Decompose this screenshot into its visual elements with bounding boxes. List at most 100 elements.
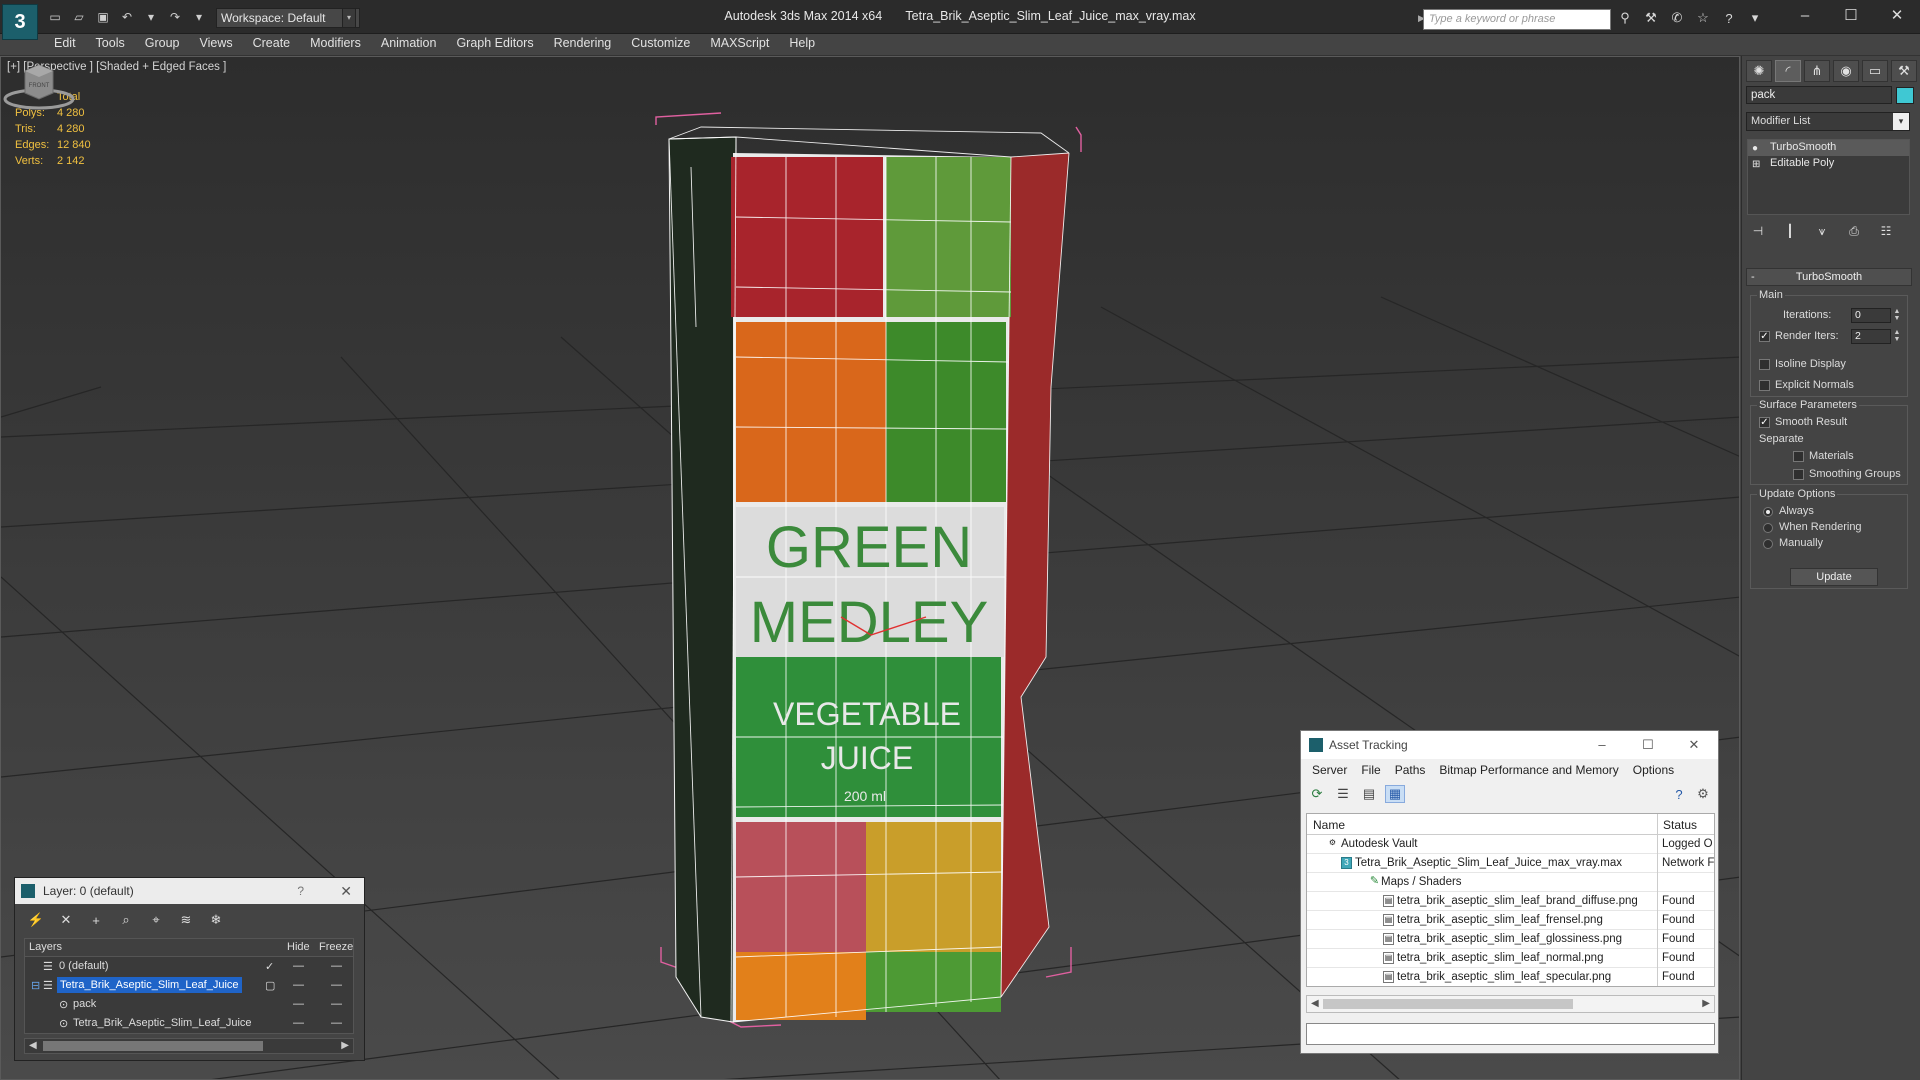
hierarchy-tab-icon[interactable]: ⋔ (1804, 60, 1830, 82)
search-input[interactable]: Type a keyword or phrase (1423, 9, 1611, 30)
menu-server[interactable]: Server (1305, 759, 1354, 781)
select-objects-icon[interactable]: ⌕ (117, 911, 135, 929)
iterations-spinner[interactable]: 0 (1851, 308, 1891, 323)
layer-row[interactable]: ☰ 0 (default) ✓ — — (25, 957, 353, 976)
column-header-freeze[interactable]: Freeze (319, 941, 353, 953)
workspace-dropdown[interactable]: Workspace: Default ▾ (216, 8, 360, 28)
help-dropdown-icon[interactable]: ▾ (1746, 9, 1764, 27)
scrollbar-thumb[interactable] (43, 1041, 263, 1051)
menu-group[interactable]: Group (135, 34, 190, 54)
object-color-swatch[interactable] (1896, 87, 1914, 104)
menu-rendering[interactable]: Rendering (544, 34, 622, 54)
utilities-tab-icon[interactable]: ⚒ (1891, 60, 1917, 82)
update-manually-radio[interactable] (1763, 539, 1773, 549)
lightbulb-icon[interactable]: ● (1752, 141, 1758, 156)
menu-views[interactable]: Views (189, 34, 242, 54)
modify-tab-icon[interactable]: ◜ (1775, 60, 1801, 82)
asset-row[interactable]: ▤ tetra_brik_aseptic_slim_leaf_brand_dif… (1307, 892, 1714, 911)
help-button[interactable]: ? (297, 878, 304, 904)
spinner-arrows-icon[interactable]: ▲ ▼ (1893, 329, 1901, 344)
help-icon[interactable]: ? (1669, 785, 1689, 803)
minimize-button[interactable]: – (1782, 4, 1828, 28)
display-tab-icon[interactable]: ▭ (1862, 60, 1888, 82)
viewcube-icon[interactable]: FRONT (1, 57, 77, 117)
freeze-toggle[interactable]: — (331, 979, 342, 991)
menu-customize[interactable]: Customize (621, 34, 700, 54)
materials-checkbox[interactable] (1793, 451, 1804, 462)
stack-item-turbosmooth[interactable]: ● TurboSmooth (1748, 140, 1909, 156)
close-icon[interactable]: ✕ (1674, 731, 1714, 759)
set-current-icon[interactable]: ▢ (265, 979, 275, 992)
add-to-layer-icon[interactable]: + (87, 911, 105, 929)
list-view-icon[interactable]: ☰ (1333, 785, 1353, 803)
update-button[interactable]: Update (1790, 568, 1878, 586)
column-header-status[interactable]: Status (1663, 818, 1697, 832)
rollout-header[interactable]: - TurboSmooth (1746, 268, 1912, 286)
pin-stack-icon[interactable]: ⊣ (1748, 222, 1768, 240)
customize-qa-button[interactable]: ▾ (342, 8, 356, 28)
menu-graph-editors[interactable]: Graph Editors (446, 34, 543, 54)
update-always-radio[interactable] (1763, 507, 1773, 517)
scroll-left-icon[interactable]: ◀ (1311, 998, 1319, 1009)
column-header-name[interactable]: Name (1313, 818, 1345, 832)
layer-row[interactable]: ⊙ pack — — (25, 995, 353, 1014)
column-header-hide[interactable]: Hide (287, 941, 310, 953)
create-layer-icon[interactable]: ⚡ (27, 911, 45, 929)
remove-modifier-icon[interactable]: ⎙ (1844, 222, 1864, 240)
highlight-layer-icon[interactable]: ⌖ (147, 911, 165, 929)
hide-toggle[interactable]: — (293, 979, 304, 991)
favorites-star-icon[interactable]: ☆ (1694, 9, 1712, 27)
new-file-icon[interactable]: ▭ (46, 9, 64, 25)
asset-row[interactable]: ⚙ Autodesk Vault Logged O (1307, 835, 1714, 854)
menu-help[interactable]: Help (779, 34, 825, 54)
settings-icon[interactable]: ⚙ (1693, 785, 1713, 803)
app-logo-icon[interactable]: 3 (2, 4, 38, 40)
hide-all-icon[interactable]: ≋ (177, 911, 195, 929)
close-button[interactable]: ✕ (1874, 4, 1920, 28)
menu-modifiers[interactable]: Modifiers (300, 34, 371, 54)
hide-toggle[interactable]: — (293, 998, 304, 1010)
hide-toggle[interactable]: — (293, 1017, 304, 1029)
redo-dropdown-icon[interactable]: ▾ (190, 9, 208, 25)
dialog-title-bar[interactable]: Layer: 0 (default) ? ✕ (15, 878, 364, 904)
isoline-checkbox[interactable] (1759, 359, 1770, 370)
show-end-result-icon[interactable]: ┃ (1780, 222, 1800, 240)
layer-row[interactable]: ⊙ Tetra_Brik_Aseptic_Slim_Leaf_Juice — — (25, 1014, 353, 1033)
scroll-right-icon[interactable]: ▶ (341, 1039, 349, 1053)
asset-row[interactable]: ▤ tetra_brik_aseptic_slim_leaf_glossines… (1307, 930, 1714, 949)
configure-modifier-sets-icon[interactable]: ☷ (1876, 222, 1896, 240)
explicit-normals-checkbox[interactable] (1759, 380, 1770, 391)
close-icon[interactable]: ✕ (340, 878, 352, 904)
asset-row[interactable]: ▤ tetra_brik_aseptic_slim_leaf_specular.… (1307, 968, 1714, 986)
minimize-icon[interactable]: – (1582, 731, 1622, 759)
communication-icon[interactable]: ✆ (1668, 9, 1686, 27)
modifier-list-dropdown[interactable]: Modifier List ▾ (1746, 112, 1910, 131)
object-name-field[interactable]: pack (1746, 86, 1892, 104)
expand-minus-icon[interactable]: ⊟ (31, 979, 40, 992)
detail-view-icon[interactable]: ▤ (1359, 785, 1379, 803)
freeze-toggle[interactable]: — (331, 960, 342, 972)
menu-options[interactable]: Options (1626, 759, 1681, 781)
asset-row[interactable]: ▤ tetra_brik_aseptic_slim_leaf_normal.pn… (1307, 949, 1714, 968)
save-icon[interactable]: ▣ (94, 9, 112, 25)
delete-layer-icon[interactable]: ✕ (57, 911, 75, 929)
update-rendering-radio[interactable] (1763, 523, 1773, 533)
menu-bitmap-performance[interactable]: Bitmap Performance and Memory (1432, 759, 1625, 781)
menu-file[interactable]: File (1354, 759, 1387, 781)
asset-path-field[interactable] (1306, 1023, 1715, 1045)
redo-icon[interactable]: ↷ (166, 9, 184, 25)
expand-plus-icon[interactable]: ⊞ (1752, 157, 1760, 172)
asset-row[interactable]: ✎ Maps / Shaders (1307, 873, 1714, 892)
hide-toggle[interactable]: — (293, 960, 304, 972)
menu-create[interactable]: Create (243, 34, 301, 54)
freeze-toggle[interactable]: — (331, 998, 342, 1010)
scroll-left-icon[interactable]: ◀ (29, 1039, 37, 1053)
scrollbar-thumb[interactable] (1323, 999, 1573, 1009)
open-file-icon[interactable]: ▱ (70, 9, 88, 25)
subscription-icon[interactable]: ⚒ (1642, 9, 1660, 27)
make-unique-icon[interactable]: ⩛ (1812, 222, 1832, 240)
dialog-title-bar[interactable]: Asset Tracking – ☐ ✕ (1301, 731, 1718, 759)
horizontal-scrollbar[interactable]: ◀ ▶ (24, 1038, 354, 1054)
smoothing-groups-checkbox[interactable] (1793, 469, 1804, 480)
freeze-toggle[interactable]: — (331, 1017, 342, 1029)
